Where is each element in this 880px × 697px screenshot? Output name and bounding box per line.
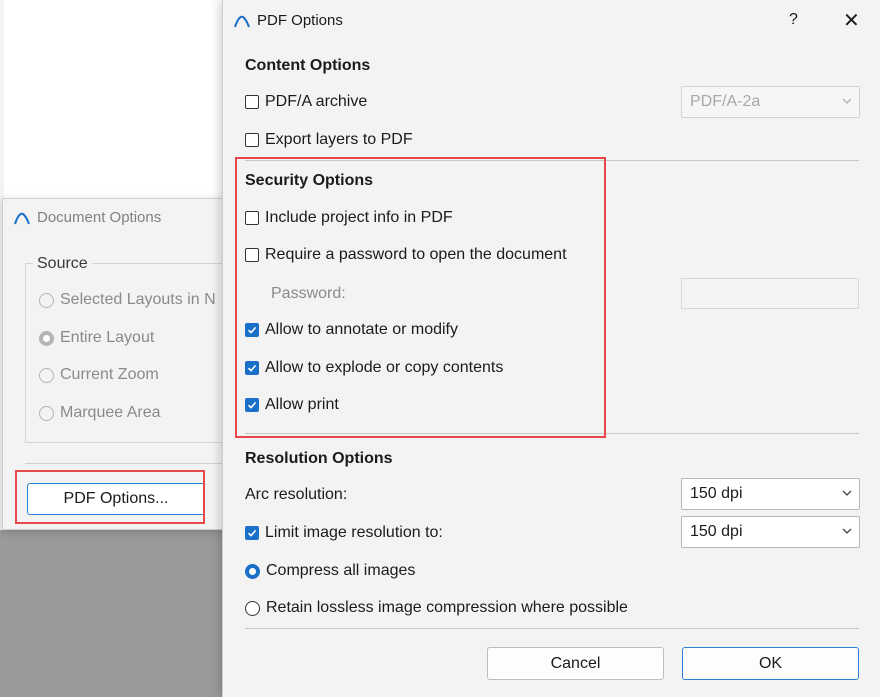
radio-marquee-area[interactable]: Marquee Area (39, 404, 161, 422)
chevron-down-icon (842, 528, 852, 534)
chevron-down-icon (842, 490, 852, 496)
pdf-options-dialog: PDF Options ? ✕ Content Options PDF/A ar… (222, 0, 880, 697)
cancel-button[interactable]: Cancel (487, 647, 664, 680)
arc-resolution-label: Arc resolution: (245, 486, 347, 504)
app-logo-icon (234, 15, 250, 27)
limit-image-resolution-checkbox[interactable]: Limit image resolution to: (245, 524, 443, 542)
radio-label: Current Zoom (60, 366, 159, 383)
retain-lossless-radio[interactable]: Retain lossless image compression where … (245, 599, 628, 617)
compress-all-images-radio[interactable]: Compress all images (245, 562, 415, 580)
checkbox[interactable] (245, 526, 259, 540)
pdfa-version-select[interactable]: PDF/A-2a (681, 86, 860, 118)
resolution-options-heading: Resolution Options (245, 450, 393, 467)
document-options-title: Document Options (37, 209, 162, 226)
select-value: 150 dpi (690, 523, 743, 540)
document-options-titlebar: Document Options (13, 209, 161, 226)
radio-label: Marquee Area (60, 404, 161, 421)
radio-button[interactable] (245, 600, 260, 616)
export-layers-checkbox[interactable]: Export layers to PDF (245, 131, 413, 149)
content-options-heading: Content Options (245, 57, 371, 74)
field-label: Arc resolution: (245, 486, 348, 503)
highlight-box-pdf-options-button (15, 470, 205, 524)
desktop-background-grey (0, 530, 230, 697)
radio-label: Compress all images (266, 562, 416, 579)
radio-label: Selected Layouts in N (60, 291, 216, 308)
radio-label: Retain lossless image compression where … (266, 599, 628, 616)
app-logo-icon (14, 212, 30, 224)
radio-entire-layout[interactable]: Entire Layout (39, 329, 154, 347)
password-input[interactable] (681, 278, 859, 309)
radio-button[interactable] (39, 292, 54, 308)
checkbox[interactable] (245, 95, 259, 109)
image-resolution-select[interactable]: 150 dpi (681, 516, 860, 548)
checkbox-label: Limit image resolution to: (265, 524, 443, 541)
radio-button[interactable] (39, 405, 54, 421)
help-icon[interactable]: ? (789, 11, 798, 29)
select-value: 150 dpi (690, 485, 743, 502)
divider (25, 463, 245, 464)
radio-button[interactable] (39, 367, 54, 383)
pdf-options-title: PDF Options (257, 12, 343, 29)
close-icon[interactable]: ✕ (843, 8, 860, 33)
divider (245, 628, 859, 629)
radio-label: Entire Layout (60, 329, 155, 346)
chevron-down-icon (842, 98, 852, 104)
ok-button[interactable]: OK (682, 647, 859, 680)
radio-button[interactable] (39, 330, 54, 346)
select-value: PDF/A-2a (690, 93, 761, 110)
checkbox-label: Export layers to PDF (265, 131, 413, 148)
radio-selected-layouts[interactable]: Selected Layouts in N (39, 291, 216, 309)
arc-resolution-select[interactable]: 150 dpi (681, 478, 860, 510)
pdfa-archive-checkbox[interactable]: PDF/A archive (245, 93, 367, 111)
source-group-label: Source (33, 255, 92, 273)
checkbox-label: PDF/A archive (265, 93, 368, 110)
radio-current-zoom[interactable]: Current Zoom (39, 366, 159, 384)
checkmark-icon (247, 529, 257, 537)
pdf-options-titlebar: PDF Options (233, 12, 343, 29)
radio-button[interactable] (245, 563, 260, 579)
highlight-box-security-options (235, 157, 606, 438)
checkbox[interactable] (245, 133, 259, 147)
